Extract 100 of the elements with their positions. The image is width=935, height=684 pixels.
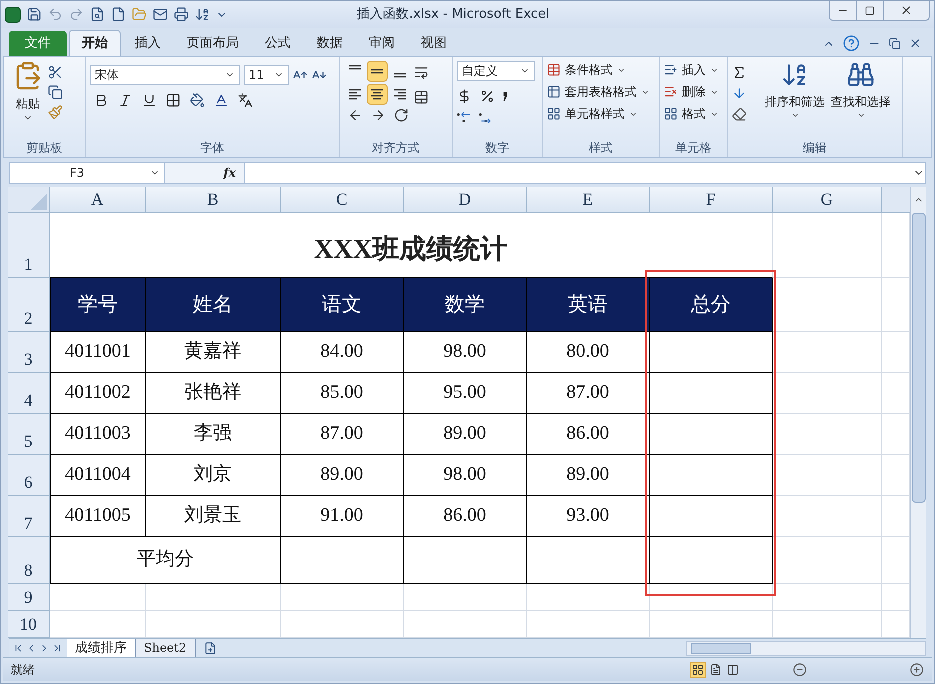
wrap-text-icon[interactable] — [414, 65, 429, 80]
table-cell: 98.00 — [404, 332, 527, 373]
help-icon[interactable] — [843, 35, 860, 52]
style-menu-button[interactable]: 单元格样式 — [547, 105, 650, 123]
comma-style-icon[interactable] — [503, 92, 508, 101]
row-header[interactable]: 1 — [8, 213, 50, 278]
ribbon-tab[interactable]: 视图 — [409, 32, 459, 56]
bold-icon[interactable] — [94, 93, 109, 108]
zoom-out-icon[interactable] — [793, 662, 807, 676]
cells-menu-button[interactable]: 插入 — [664, 61, 719, 79]
style-menu-button[interactable]: 套用表格格式 — [547, 83, 650, 101]
page-break-button[interactable] — [726, 662, 740, 676]
row-header[interactable]: 5 — [8, 414, 50, 455]
format-painter-icon[interactable] — [48, 105, 63, 120]
fill-color-icon[interactable] — [190, 93, 205, 108]
row-header[interactable]: 7 — [8, 496, 50, 537]
header-cell: 语文 — [281, 278, 404, 332]
autosum-icon[interactable] — [732, 65, 747, 80]
sort-icon[interactable] — [195, 7, 210, 22]
ribbon-tab[interactable]: 审阅 — [357, 32, 407, 56]
increase-decimal-icon[interactable] — [457, 112, 471, 123]
mail-icon[interactable] — [153, 7, 168, 22]
find-select-button[interactable]: 查找和选择 — [828, 61, 894, 139]
clear-icon[interactable] — [732, 107, 747, 122]
ribbon-tab[interactable]: 开始 — [69, 30, 121, 56]
column-header[interactable]: C — [281, 187, 404, 213]
horizontal-scrollbar[interactable] — [686, 640, 926, 656]
cells-menu-button[interactable]: 格式 — [664, 105, 719, 123]
insert-sheet-icon[interactable] — [204, 642, 217, 654]
row-header[interactable]: 6 — [8, 455, 50, 496]
close-icon[interactable] — [909, 37, 922, 50]
increase-indent-icon[interactable] — [371, 108, 386, 123]
decrease-indent-icon[interactable] — [348, 108, 363, 123]
zoom-in-icon[interactable] — [910, 662, 924, 676]
row-header[interactable]: 9 — [8, 584, 50, 611]
column-header[interactable]: A — [50, 187, 146, 213]
column-header[interactable]: E — [527, 187, 650, 213]
font-size-field[interactable]: 11 — [244, 65, 289, 85]
row-header[interactable]: 3 — [8, 332, 50, 373]
ribbon-tab[interactable]: 数据 — [305, 32, 355, 56]
scrollbar-thumb[interactable] — [912, 213, 926, 503]
currency-icon[interactable] — [457, 89, 472, 104]
first-sheet-icon[interactable] — [13, 642, 24, 654]
font-color-icon[interactable] — [214, 93, 229, 108]
column-header[interactable]: B — [146, 187, 281, 213]
sheet-tab[interactable]: 成绩排序 — [67, 639, 136, 657]
paste-button[interactable]: 粘贴 — [8, 61, 48, 139]
save-icon[interactable] — [27, 7, 42, 22]
align-button[interactable] — [366, 84, 388, 105]
page-layout-button[interactable] — [709, 662, 723, 676]
table-cell: 95.00 — [404, 373, 527, 414]
fill-icon[interactable] — [732, 86, 747, 101]
group-label: 样式 — [589, 140, 613, 157]
grid-icon — [664, 107, 678, 121]
new-file-icon[interactable] — [111, 7, 126, 22]
decrease-decimal-icon[interactable] — [479, 112, 493, 123]
ribbon-tab[interactable]: 页面布局 — [175, 32, 251, 56]
restore-icon[interactable] — [889, 38, 901, 50]
row-header[interactable]: 8 — [8, 537, 50, 584]
header-cell: 学号 — [50, 278, 146, 332]
ribbon-tab[interactable]: 公式 — [253, 32, 303, 56]
percent-icon[interactable] — [480, 89, 495, 104]
align-center-icon — [371, 89, 384, 100]
table-cell: 89.00 — [527, 455, 650, 496]
orientation-icon[interactable] — [394, 108, 409, 123]
normal-view-button[interactable] — [690, 662, 706, 678]
number-format-field[interactable]: 自定义 — [457, 61, 535, 81]
table-cell: 89.00 — [404, 414, 527, 455]
style-menu-button[interactable]: 条件格式 — [547, 61, 650, 79]
borders-icon[interactable] — [166, 93, 181, 108]
vertical-scrollbar[interactable] — [910, 187, 926, 638]
underline-icon[interactable] — [142, 93, 157, 108]
phonetic-icon[interactable] — [238, 93, 253, 108]
group-label: 剪贴板 — [26, 140, 62, 157]
ribbon-tab[interactable]: 插入 — [123, 32, 173, 56]
row-header[interactable]: 10 — [8, 611, 50, 638]
row-header[interactable]: 2 — [8, 278, 50, 332]
print-preview-icon[interactable] — [90, 7, 105, 22]
table-cell: 87.00 — [281, 414, 404, 455]
row-header[interactable]: 4 — [8, 373, 50, 414]
table-cell: 84.00 — [281, 332, 404, 373]
scrollbar-thumb[interactable] — [691, 642, 751, 654]
printer-icon[interactable] — [174, 7, 189, 22]
italic-icon[interactable] — [118, 93, 133, 108]
sheet-tab[interactable]: Sheet2 — [136, 639, 196, 657]
merge-icon[interactable] — [414, 90, 429, 105]
copy-icon[interactable] — [48, 85, 63, 100]
cut-icon[interactable] — [48, 65, 63, 80]
cells-menu-button[interactable]: 删除 — [664, 83, 719, 101]
column-header[interactable]: F — [650, 187, 773, 213]
column-header[interactable]: G — [773, 187, 882, 213]
table-cell: 4011004 — [50, 455, 146, 496]
sort-filter-button[interactable]: 排序和筛选 — [762, 61, 828, 139]
triangle-icon — [31, 194, 47, 210]
align-button[interactable] — [366, 61, 388, 82]
sheet-title: XXX班成绩统计 — [50, 213, 773, 278]
last-sheet-icon[interactable] — [52, 642, 63, 654]
font-name-field[interactable]: 宋体 — [90, 65, 240, 85]
file-tab[interactable]: 文件 — [9, 31, 67, 56]
column-header[interactable]: D — [404, 187, 527, 213]
